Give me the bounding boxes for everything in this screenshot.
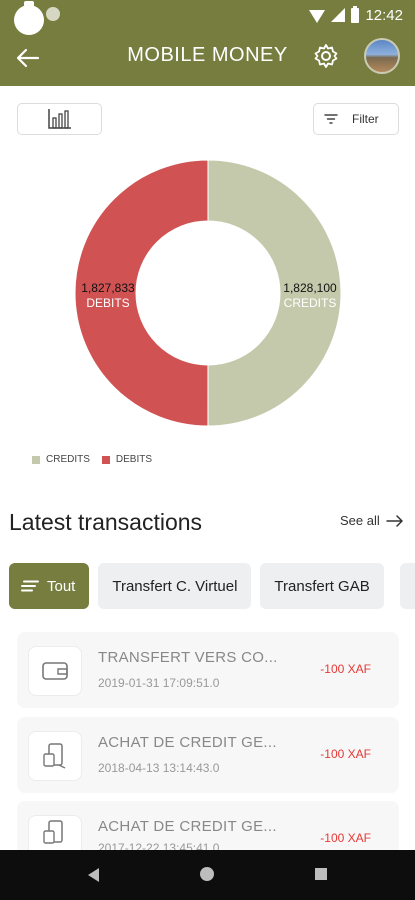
chip-transfert-virtuel[interactable]: Transfert C. Virtuel [98,563,252,609]
debits-category-label: DEBITS [86,296,130,310]
chip-tout[interactable]: Tout [9,563,90,609]
transaction-icon-box [28,646,82,696]
transaction-icon-box [28,815,82,851]
transaction-date: 2018-04-13 13:14:43.0 [98,761,220,775]
sort-lines-icon [21,580,39,592]
balance-donut-chart [74,159,342,427]
transaction-date: 2017-12-22 13:45:41.0 [98,841,220,850]
credits-value-label: 1,828,100 [283,281,337,295]
legend-label-debits: DEBITS [115,454,153,465]
transaction-row[interactable]: ACHAT DE CREDIT GE... 2018-04-13 13:14:4… [17,717,399,793]
nav-recents-icon[interactable] [315,868,327,880]
debits-chart-label: 1,827,833 DEBITS [66,281,150,311]
transaction-title: ACHAT DE CREDIT GE... [98,818,277,835]
donut-hole [145,230,271,356]
legend-label-credits: CREDITS [46,454,90,465]
chip-label: Transfert GAB [274,577,370,595]
see-all-link[interactable]: See all [340,513,404,528]
chip-label: Transfert C. Virtuel [112,577,238,595]
wallet-icon [42,662,68,680]
credits-chart-label: 1,828,100 CREDITS [268,281,352,311]
arrow-right-icon [386,514,403,527]
phone-credit-icon [43,820,63,844]
transaction-amount: -100 XAF [320,831,371,845]
transaction-title: TRANSFERT VERS CO... [98,649,278,666]
transaction-row[interactable]: ACHAT DE CREDIT GE... 2017-12-22 13:45:4… [17,801,399,851]
nav-home-icon[interactable] [200,867,214,881]
transaction-title: ACHAT DE CREDIT GE... [98,734,277,751]
debits-value-label: 1,827,833 [81,281,135,295]
chip-overflow[interactable] [400,563,415,609]
see-all-label: See all [340,513,380,528]
transaction-amount: -100 XAF [320,747,371,761]
credits-category-label: CREDITS [283,296,337,310]
chart-legend: CREDITS DEBITS [32,454,152,465]
chip-label: Tout [47,577,76,595]
legend-swatch-credits [32,455,40,464]
category-chips: Tout Transfert C. Virtuel Transfert GAB [9,563,384,609]
transaction-icon-box [28,731,82,781]
transaction-amount: -100 XAF [320,662,371,676]
legend-swatch-debits [101,455,110,464]
nav-back-icon[interactable] [88,868,99,882]
chip-transfert-gab[interactable]: Transfert GAB [260,563,384,609]
section-title: Latest transactions [9,509,203,535]
transaction-row[interactable]: TRANSFERT VERS CO... 2019-01-31 17:09:51… [17,632,399,708]
system-nav-bar [0,850,415,900]
transaction-date: 2019-01-31 17:09:51.0 [98,676,220,690]
phone-credit-icon [43,743,66,769]
